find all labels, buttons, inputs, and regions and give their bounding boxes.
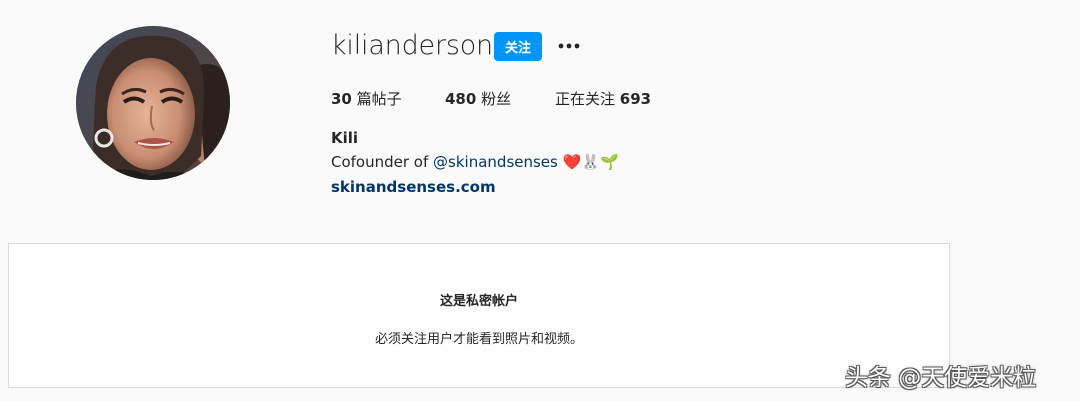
followers-count: 480 bbox=[445, 90, 477, 108]
followers-stat[interactable]: 480 粉丝 bbox=[445, 88, 511, 109]
profile-username: kilianderson bbox=[331, 30, 493, 61]
private-account-description: 必须关注用户才能看到照片和视频。 bbox=[374, 332, 583, 347]
posts-stat: 30 篇帖子 bbox=[331, 88, 402, 109]
posts-label: 篇帖子 bbox=[356, 90, 402, 108]
following-count: 693 bbox=[619, 90, 652, 108]
bio-emojis: ❤️🐰🌱 bbox=[562, 153, 619, 171]
posts-count: 30 bbox=[331, 90, 352, 108]
followers-label: 粉丝 bbox=[481, 90, 512, 108]
profile-avatar[interactable] bbox=[76, 26, 230, 180]
following-label: 正在关注 bbox=[555, 90, 616, 108]
profile-bio: Cofounder of @skinandsenses ❤️🐰🌱 bbox=[331, 153, 619, 171]
follow-button[interactable]: 关注 bbox=[494, 32, 542, 61]
private-account-notice: 这是私密帐户 必须关注用户才能看到照片和视频。 bbox=[8, 243, 950, 388]
avatar-photo bbox=[76, 26, 230, 180]
profile-full-name: Kili bbox=[331, 129, 359, 147]
bio-mention-link[interactable]: @skinandsenses bbox=[433, 153, 558, 171]
more-options-button[interactable] bbox=[556, 36, 582, 56]
bio-text: Cofounder of bbox=[331, 153, 434, 171]
following-stat[interactable]: 正在关注 693 bbox=[555, 88, 651, 109]
watermark: 头条 @天使爱米粒 bbox=[845, 365, 1037, 391]
private-account-title: 这是私密帐户 bbox=[439, 294, 518, 309]
more-horizontal-icon bbox=[558, 43, 580, 49]
profile-website-link[interactable]: skinandsenses.com bbox=[331, 178, 496, 196]
